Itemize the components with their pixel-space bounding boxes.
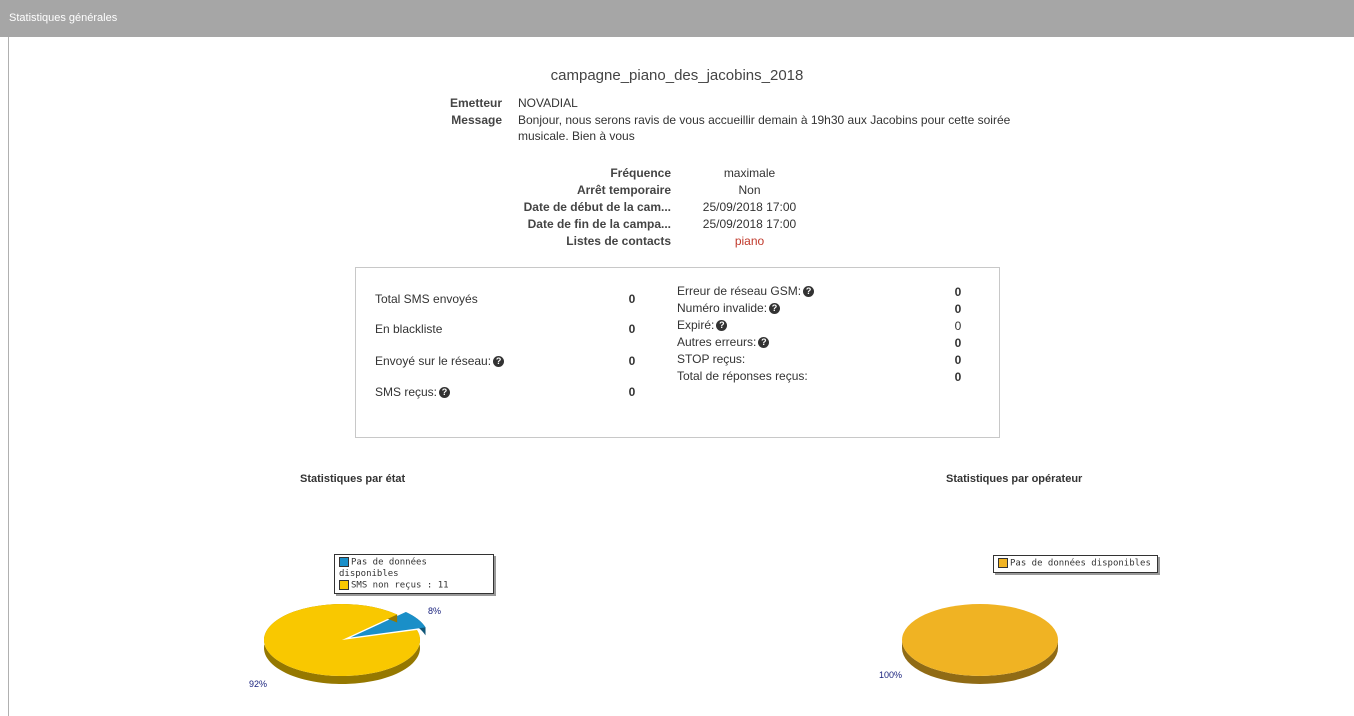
pie-slice — [264, 604, 420, 676]
detail-label-pause: Arrêt temporaire — [576, 183, 671, 197]
message-line-2: musicale. Bien à vous — [518, 129, 635, 143]
contact-list-link[interactable]: piano — [682, 234, 817, 248]
pie-chart-state — [264, 604, 426, 684]
panel-border — [8, 37, 9, 716]
legend-swatch — [339, 579, 349, 590]
detail-value-start-date: 25/09/2018 17:00 — [702, 200, 797, 214]
chart-title-state: Statistiques par état — [300, 473, 406, 485]
detail-value-pause: Non — [738, 183, 761, 197]
help-icon[interactable]: ? — [716, 320, 728, 332]
pie-label-8pct: 8% — [428, 606, 442, 616]
header-title: Statistiques générales — [9, 12, 118, 24]
legend-label: Pas de données disponibles — [339, 557, 427, 579]
legend-label: SMS non reçus : 11 — [351, 580, 449, 590]
chart-legend-state: Pas de données disponibles SMS non reçus… — [334, 554, 494, 594]
sender-label: Emetteur — [449, 96, 502, 110]
chart-title-operator: Statistiques par opérateur — [946, 473, 1083, 485]
stat-value-invalid-number: 0 — [954, 302, 962, 316]
detail-label-frequency: Fréquence — [610, 166, 671, 180]
legend-item: Pas de données disponibles — [339, 557, 489, 580]
stat-value-total-sent: 0 — [628, 292, 636, 306]
stat-label-total-replies: Total de réponses reçus: — [677, 369, 808, 383]
stat-other-errors: Autres erreurs:? — [677, 335, 770, 349]
stat-label-expired: Expiré: — [677, 318, 715, 332]
legend-swatch — [339, 557, 349, 567]
help-icon[interactable]: ? — [758, 337, 770, 349]
message-label: Message — [451, 113, 502, 127]
stat-value-network-sent: 0 — [628, 354, 636, 368]
legend-item: SMS non reçus : 11 — [339, 579, 489, 592]
stat-label-network-sent: Envoyé sur le réseau: — [375, 354, 492, 368]
chart-legend-operator: Pas de données disponibles — [993, 555, 1158, 573]
stat-value-other-errors: 0 — [954, 336, 962, 350]
help-icon[interactable]: ? — [439, 387, 451, 399]
help-icon[interactable]: ? — [493, 356, 505, 368]
message-text: Bonjour, nous serons ravis de vous accue… — [518, 112, 1018, 144]
detail-value-frequency: maximale — [723, 166, 776, 180]
stat-value-expired: 0 — [954, 319, 962, 333]
sender-value: NOVADIAL — [518, 96, 578, 110]
pie-label-92pct: 92% — [249, 679, 268, 689]
pie-label-100pct: 100% — [879, 670, 903, 680]
detail-label-end-date: Date de fin de la campa... — [527, 217, 671, 231]
legend-label: Pas de données disponibles — [1010, 558, 1151, 569]
stat-value-stop: 0 — [954, 353, 962, 367]
stat-invalid-number: Numéro invalide:? — [677, 301, 781, 315]
stat-value-blacklist: 0 — [628, 322, 636, 336]
stat-label-blacklist: En blackliste — [375, 322, 443, 336]
stat-network-sent: Envoyé sur le réseau:? — [375, 354, 505, 368]
pie-slice — [902, 604, 1058, 676]
stat-value-gsm-error: 0 — [954, 285, 962, 299]
campaign-name: campagne_piano_des_jacobins_2018 — [550, 67, 804, 84]
detail-value-end-date: 25/09/2018 17:00 — [702, 217, 797, 231]
help-icon[interactable]: ? — [769, 303, 781, 315]
stat-label-total-sent: Total SMS envoyés — [375, 292, 478, 306]
pie-chart-operator — [902, 604, 1058, 684]
stat-value-total-replies: 0 — [954, 370, 962, 384]
stat-gsm-error: Erreur de réseau GSM:? — [677, 284, 815, 298]
legend-swatch — [998, 558, 1008, 568]
stats-box: Total SMS envoyés 0 En blackliste 0 Envo… — [355, 267, 1000, 438]
header-bar: Statistiques générales — [0, 0, 1354, 37]
stat-expired: Expiré:? — [677, 318, 728, 332]
detail-label-contact-lists: Listes de contacts — [566, 234, 671, 248]
stat-sms-received: SMS reçus:? — [375, 385, 451, 399]
detail-label-start-date: Date de début de la cam... — [523, 200, 671, 214]
stat-value-sms-received: 0 — [628, 385, 636, 399]
stat-label-stop: STOP reçus: — [677, 352, 746, 366]
stat-label-other-errors: Autres erreurs: — [677, 335, 757, 349]
message-line-1: Bonjour, nous serons ravis de vous accue… — [518, 113, 1011, 127]
legend-item: Pas de données disponibles — [998, 558, 1153, 570]
stat-label-invalid-number: Numéro invalide: — [677, 301, 768, 315]
help-icon[interactable]: ? — [803, 286, 815, 298]
stat-label-gsm-error: Erreur de réseau GSM: — [677, 284, 802, 298]
stat-label-sms-received: SMS reçus: — [375, 385, 438, 399]
